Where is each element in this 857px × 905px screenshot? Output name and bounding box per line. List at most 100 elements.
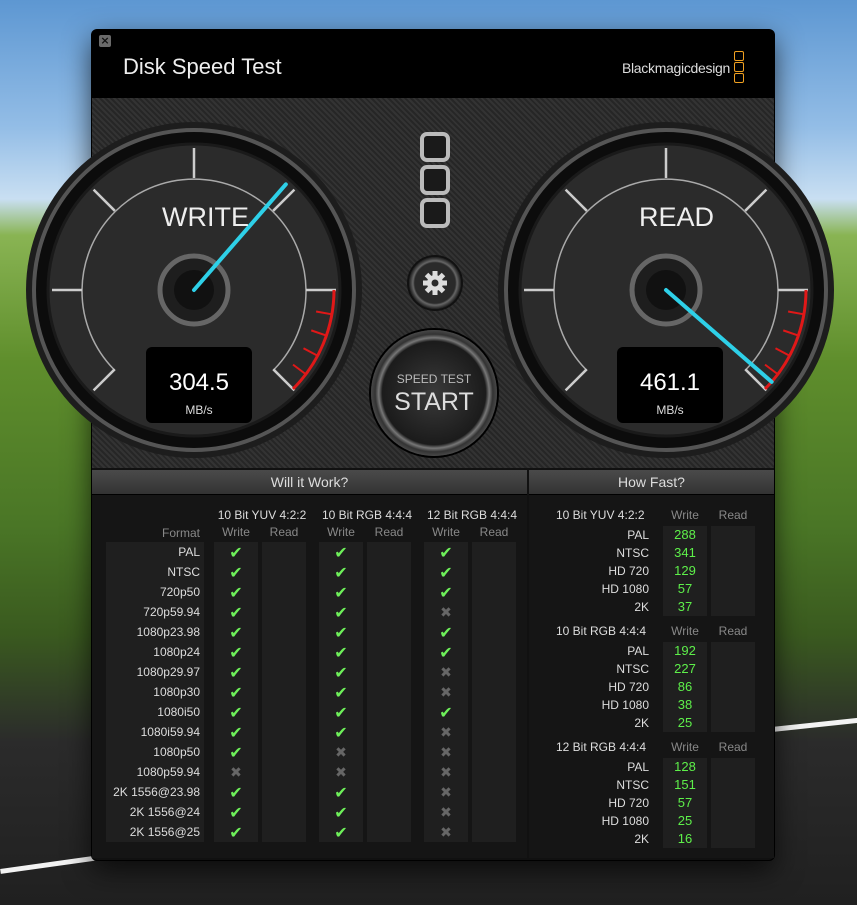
start-button[interactable]: SPEED TEST START [371,330,497,456]
wiw-format-label: 1080p50 [153,745,200,759]
check-icon: ✔ [229,743,243,762]
gear-icon [423,271,447,295]
brand-logo-text: Blackmagicdesign [621,60,730,76]
wiw-format-label: 1080p24 [153,645,200,659]
check-icon: ✔ [439,703,453,722]
check-icon: ✔ [229,583,243,602]
write-gauge-label: WRITE [162,202,249,232]
wiw-write-header: Write [327,525,355,539]
title-bar: × Disk Speed Test Blackmagicdesign [92,30,774,98]
hf-write-header: Write [671,508,699,522]
wiw-format-header: Format [161,526,200,540]
wiw-column-box [262,542,306,842]
hf-write-value: 57 [677,795,693,810]
hf-format-label: PAL [627,644,649,658]
wiw-format-label: NTSC [167,565,200,579]
check-icon: ✔ [334,803,348,822]
hf-format-label: NTSC [616,546,649,560]
hf-write-value: 288 [674,527,696,542]
wiw-format-label: 2K 1556@24 [129,805,200,819]
wiw-format-label: 1080p59.94 [136,765,200,779]
read-readout: 461.1 MB/s [617,347,723,423]
wiw-format-label: 1080i50 [157,705,200,719]
check-icon: ✔ [439,543,453,562]
check-icon: ✔ [229,823,243,842]
hf-group-header: 10 Bit RGB 4:4:4 [556,624,647,638]
cross-icon: ✖ [440,685,452,701]
hf-write-value: 25 [677,715,693,730]
hf-write-value: 129 [674,563,696,578]
wiw-format-label: 1080i59.94 [140,725,200,739]
hf-format-label: HD 1080 [601,814,649,828]
road-line [773,717,857,732]
hf-column-box [711,642,755,732]
read-gauge-label: READ [639,202,715,232]
check-icon: ✔ [229,543,243,562]
hf-format-label: HD 1080 [601,698,649,712]
start-button-caption: SPEED TEST [396,372,472,386]
hf-format-label: 2K [634,716,649,730]
check-icon: ✔ [334,703,348,722]
blackmagic-logo-icon [420,132,450,231]
hf-read-header: Read [718,624,748,638]
brand-logo-icon [734,51,744,84]
hf-write-value: 37 [677,599,693,614]
hf-format-label: NTSC [616,662,649,676]
will-it-work-title: Will it Work? [92,470,527,495]
cross-icon: ✖ [230,765,242,781]
hf-format-label: HD 1080 [601,582,649,596]
cross-icon: ✖ [335,745,347,761]
check-icon: ✔ [334,643,348,662]
hf-write-value: 86 [677,679,693,694]
wiw-format-label: 1080p23.98 [136,625,200,639]
wiw-read-header: Read [269,525,299,539]
wiw-write-header: Write [432,525,460,539]
how-fast-title: How Fast? [529,470,774,495]
check-icon: ✔ [334,563,348,582]
hf-format-label: PAL [627,760,649,774]
hf-write-value: 341 [674,545,696,560]
cross-icon: ✖ [440,725,452,741]
hf-group-header: 12 Bit RGB 4:4:4 [556,740,647,754]
check-icon: ✔ [229,563,243,582]
cross-icon: ✖ [440,765,452,781]
check-icon: ✔ [334,723,348,742]
how-fast-panel: How Fast? 10 Bit YUV 4:2:2 Write Read PAL 28… [529,470,774,858]
cross-icon: ✖ [440,605,452,621]
hf-write-value: 38 [677,697,693,712]
hf-write-value: 16 [677,831,693,846]
wiw-read-header: Read [479,525,509,539]
app-window: × Disk Speed Test Blackmagicdesign WRITE… [26,30,834,860]
write-speed-value: 304.5 [168,369,230,396]
hf-write-value: 151 [674,777,696,792]
check-icon: ✔ [229,603,243,622]
hf-column-box [711,758,755,848]
check-icon: ✔ [439,583,453,602]
check-icon: ✔ [229,703,243,722]
write-readout: 304.5 MB/s [146,347,252,423]
hf-write-value: 25 [677,813,693,828]
cross-icon: ✖ [335,765,347,781]
close-icon[interactable]: × [99,35,111,47]
hf-write-value: 128 [674,759,696,774]
wiw-format-label: 1080p30 [153,685,200,699]
wiw-column-box [472,542,516,842]
wiw-column-box [367,542,411,842]
road-line [0,855,100,874]
start-button-label: START [394,388,474,416]
check-icon: ✔ [334,663,348,682]
hf-format-label: HD 720 [608,796,649,810]
hf-write-value: 57 [677,581,693,596]
check-icon: ✔ [229,783,243,802]
wiw-format-label: 2K 1556@23.98 [113,785,200,799]
app-title: Disk Speed Test [123,54,282,79]
wiw-format-label: 720p50 [159,585,200,599]
cross-icon: ✖ [440,785,452,801]
check-icon: ✔ [229,623,243,642]
read-speed-value: 461.1 [639,369,701,396]
check-icon: ✔ [334,783,348,802]
hf-write-header: Write [671,624,699,638]
hf-group-header: 10 Bit YUV 4:2:2 [556,508,645,522]
check-icon: ✔ [334,823,348,842]
settings-button[interactable] [409,257,461,309]
